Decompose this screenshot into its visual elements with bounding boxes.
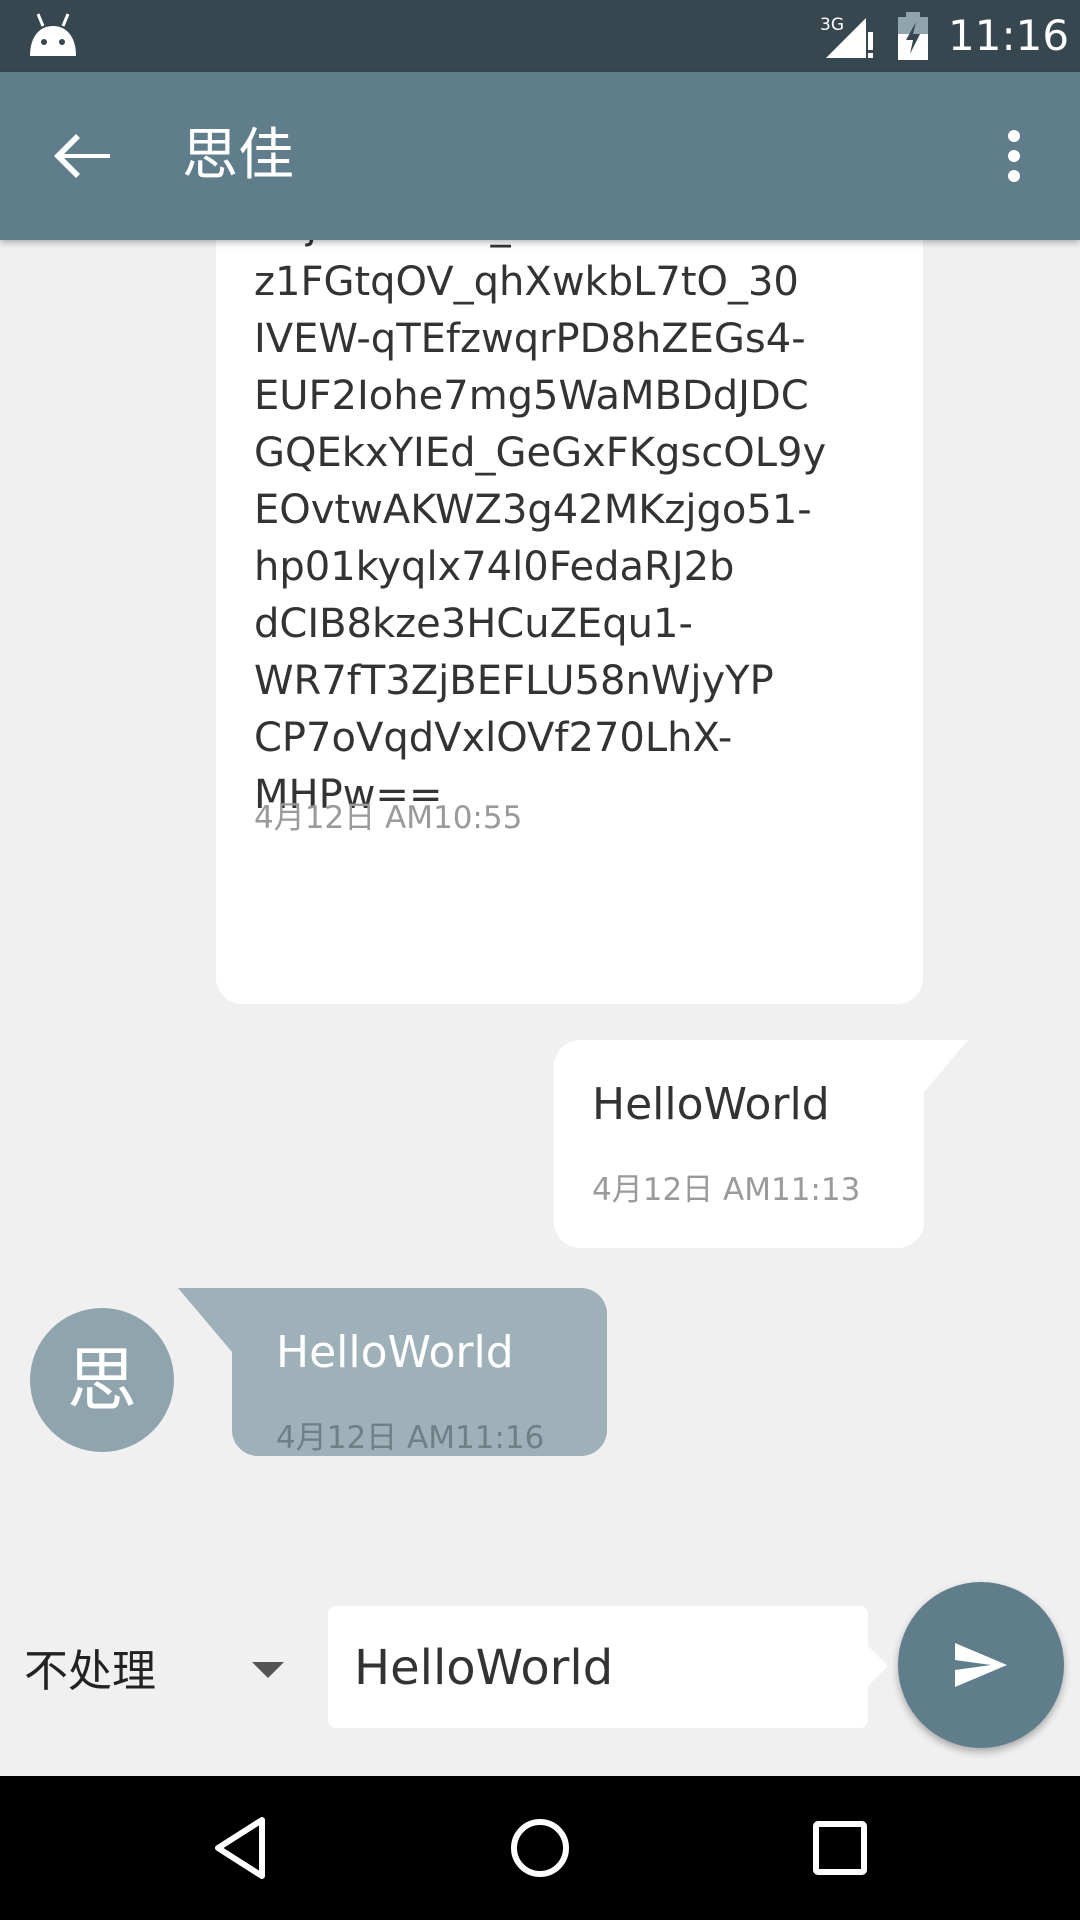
message-text: HelloWorld <box>276 1327 514 1378</box>
nav-back-icon <box>215 1817 265 1879</box>
navigation-bar <box>0 1776 1080 1920</box>
mode-dropdown[interactable]: 不处理 <box>24 1632 294 1712</box>
message-bubble-outgoing[interactable]: HelloWorld 4月12日 AM11:13 <box>554 1040 968 1248</box>
send-icon <box>955 1643 1007 1687</box>
network-label: 3G <box>820 15 844 35</box>
avatar[interactable]: 思 <box>30 1308 174 1452</box>
composer: 不处理 <box>0 1576 1080 1776</box>
send-button[interactable] <box>898 1582 1064 1748</box>
back-button[interactable] <box>40 114 124 198</box>
bubble-tail <box>178 1288 232 1352</box>
nav-recent-icon <box>813 1821 867 1875</box>
page-title: 思佳 <box>182 123 294 188</box>
message-input-container <box>328 1606 888 1728</box>
nav-home-icon <box>511 1819 569 1877</box>
nav-back-button[interactable] <box>200 1806 284 1890</box>
message-input[interactable] <box>354 1628 854 1708</box>
message-time: 4月12日 AM11:13 <box>592 1172 861 1208</box>
message-bubble-incoming[interactable]: pPESNvl5nzg8J9thsbwd- ZTjSsK9cYO_clu6AVd… <box>216 240 923 1004</box>
signal-icon: 3G <box>820 15 873 58</box>
message-list[interactable]: pPESNvl5nzg8J9thsbwd- ZTjSsK9cYO_clu6AVd… <box>0 240 1080 1576</box>
input-tail <box>868 1646 888 1686</box>
bubble-tail <box>914 1040 968 1104</box>
battery-icon <box>898 12 928 60</box>
app-bar: 思佳 <box>0 72 1080 240</box>
clock: 11:16 <box>948 11 1070 60</box>
more-vert-icon <box>1008 130 1020 182</box>
nav-recent-button[interactable] <box>798 1806 882 1890</box>
message-text: HelloWorld <box>592 1079 830 1130</box>
message-time: 4月12日 AM11:16 <box>276 1420 545 1456</box>
message-text: pPESNvl5nzg8J9thsbwd- ZTjSsK9cYO_clu6AVd… <box>254 240 827 818</box>
message-bubble-incoming[interactable]: HelloWorld 4月12日 AM11:16 <box>178 1288 607 1456</box>
back-arrow-icon <box>54 134 110 178</box>
android-icon <box>30 13 76 56</box>
message-time: 4月12日 AM10:55 <box>254 800 523 836</box>
mode-label: 不处理 <box>24 1646 156 1697</box>
status-bar: 3G 11:16 <box>0 0 1080 72</box>
nav-home-button[interactable] <box>498 1806 582 1890</box>
dropdown-caret-icon <box>252 1662 284 1678</box>
more-options-button[interactable] <box>992 114 1036 198</box>
